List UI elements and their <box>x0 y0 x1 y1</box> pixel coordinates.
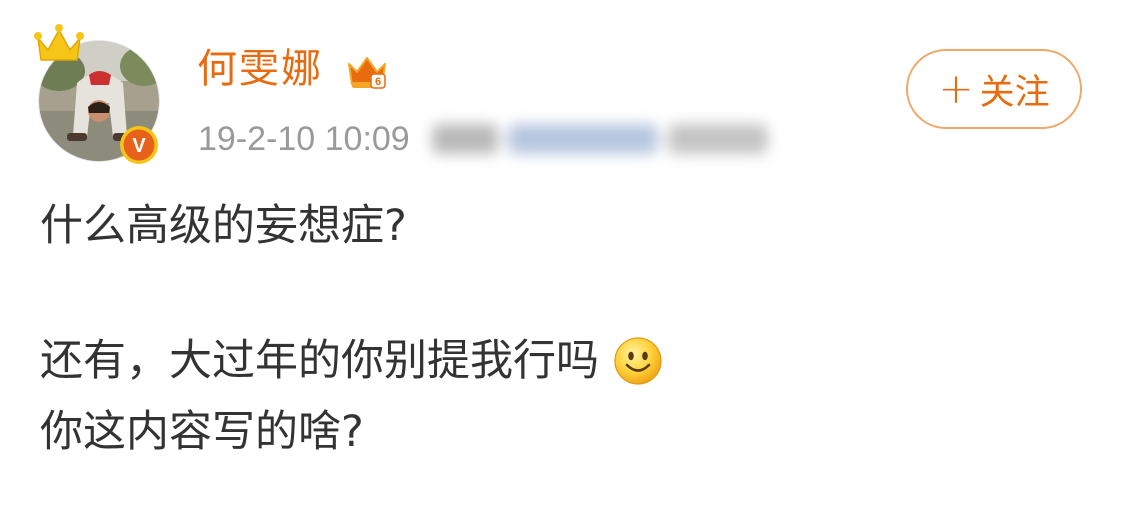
vip-level: 6 <box>375 76 381 88</box>
plus-icon: + <box>938 64 974 113</box>
follow-button-label: 关注 <box>979 72 1050 113</box>
post-text-line-1: 什么高级的妄想症? <box>40 201 407 251</box>
author-avatar-group[interactable]: V <box>34 24 160 164</box>
post-text-line-2: 还有，大过年的你别提我行吗 <box>40 336 599 386</box>
crown-icon <box>34 24 84 61</box>
vip-crown-icon[interactable]: 6 <box>343 48 391 96</box>
follow-button[interactable]: + 关注 <box>906 49 1082 129</box>
verified-v-icon: V <box>120 126 158 164</box>
post-text-line-2-row: 还有，大过年的你别提我行吗 <box>40 333 663 389</box>
post-text-line-3: 你这内容写的啥? <box>40 407 364 457</box>
post-source-blurred <box>431 124 778 154</box>
verified-badge-letter: V <box>132 135 146 157</box>
author-name[interactable]: 何雯娜 <box>197 44 323 94</box>
post-timestamp: 19-2-10 10:09 <box>198 119 410 158</box>
smile-emoji-icon <box>614 337 662 385</box>
post-meta: 19-2-10 10:09 <box>198 116 778 162</box>
